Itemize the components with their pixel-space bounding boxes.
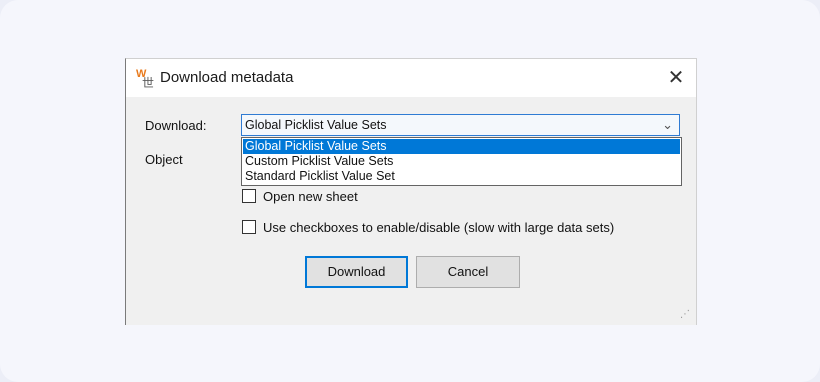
dialog-title: Download metadata: [160, 69, 294, 86]
download-metadata-dialog: W 世 Download metadata ✕ Download: Object…: [125, 58, 697, 325]
use-checkboxes-label: Use checkboxes to enable/disable (slow w…: [263, 220, 615, 235]
download-label: Download:: [145, 118, 207, 133]
download-type-select[interactable]: Global Picklist Value Sets ⌄: [241, 114, 680, 136]
open-new-sheet-label: Open new sheet: [263, 189, 358, 204]
download-button[interactable]: Download: [305, 256, 408, 288]
dropdown-option-global[interactable]: Global Picklist Value Sets: [243, 139, 680, 154]
download-type-value: Global Picklist Value Sets: [245, 118, 387, 132]
download-type-dropdown: Global Picklist Value Sets Custom Pickli…: [241, 137, 682, 186]
object-label: Object: [145, 152, 183, 167]
use-checkboxes-checkbox[interactable]: [242, 220, 256, 234]
dropdown-option-standard[interactable]: Standard Picklist Value Set: [243, 169, 680, 184]
dropdown-option-custom[interactable]: Custom Picklist Value Sets: [243, 154, 680, 169]
app-icon: W 世: [136, 68, 155, 90]
chevron-down-icon[interactable]: ⌄: [662, 117, 673, 133]
close-icon[interactable]: ✕: [662, 64, 690, 92]
app-icon-glyph: 世: [142, 76, 155, 90]
dialog-titlebar: W 世 Download metadata ✕: [126, 59, 696, 97]
resize-grip-icon[interactable]: ⋰: [680, 309, 690, 320]
open-new-sheet-checkbox[interactable]: [242, 189, 256, 203]
cancel-button[interactable]: Cancel: [416, 256, 520, 288]
